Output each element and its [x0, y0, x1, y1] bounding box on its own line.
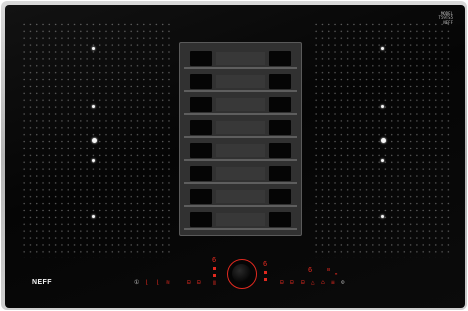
- zone-marker-icon: [381, 105, 384, 108]
- flex-zone-left[interactable]: [20, 20, 170, 258]
- zone-marker-icon: [381, 47, 384, 50]
- extractor-button[interactable]: ≡: [331, 280, 335, 286]
- timer-button[interactable]: ⊟: [187, 280, 191, 286]
- timer-button[interactable]: ⊟: [197, 280, 201, 286]
- zone-select-button[interactable]: ⌊: [156, 280, 160, 286]
- extractor-level-display: 6: [308, 266, 313, 274]
- zone-marker-icon: [92, 105, 95, 108]
- power-level-display: 6: [263, 260, 268, 268]
- twist-pad-knob[interactable]: [227, 259, 257, 289]
- flex-mode-button[interactable]: ≋: [166, 280, 170, 286]
- extractor-indicator: ≡: [335, 271, 338, 276]
- brand-logo: NEFF: [32, 279, 52, 286]
- boost-button[interactable]: △: [311, 280, 315, 286]
- vent-slot: [184, 187, 297, 207]
- power-level-display: Ⅱ: [213, 280, 216, 287]
- power-button[interactable]: ①: [134, 280, 139, 286]
- vent-slot: [184, 95, 297, 115]
- zone-select-button[interactable]: ⌊: [145, 280, 149, 286]
- model-label-line: NEFF: [443, 19, 453, 25]
- zone-marker-icon: [92, 215, 95, 218]
- timer-button[interactable]: ⊟: [301, 280, 305, 286]
- zone-marker-icon: [92, 159, 95, 162]
- keep-warm-button[interactable]: ⌂: [321, 280, 325, 286]
- vent-slot: [184, 141, 297, 161]
- level-segment: [213, 274, 216, 277]
- flex-zone-right[interactable]: [312, 20, 450, 258]
- level-segment: [264, 271, 267, 274]
- timer-button[interactable]: ⊟: [290, 280, 294, 286]
- crosshair-icon: [92, 138, 97, 143]
- crosshair-icon: [381, 138, 386, 143]
- timer-display: ⊟: [327, 267, 331, 273]
- cooktop-glass: MODEL T59TS5 NEFF NEFF ① ⌊ ⌊ ≋ ⊟ ⊟ 6 Ⅱ 6…: [5, 5, 465, 308]
- lock-button[interactable]: ⊙: [341, 280, 345, 286]
- vent-slot: [184, 49, 297, 69]
- vent-slot: [184, 72, 297, 92]
- zone-marker-icon: [381, 215, 384, 218]
- cooktop-frame: MODEL T59TS5 NEFF NEFF ① ⌊ ⌊ ≋ ⊟ ⊟ 6 Ⅱ 6…: [1, 1, 467, 310]
- downdraft-vent-grille[interactable]: [179, 42, 302, 236]
- timer-button[interactable]: ⊟: [280, 280, 284, 286]
- vent-slot: [184, 118, 297, 138]
- model-label: MODEL T59TS5 NEFF: [439, 11, 453, 25]
- zone-marker-icon: [381, 159, 384, 162]
- power-level-display: 6: [212, 256, 217, 264]
- level-segment: [264, 278, 267, 281]
- knob-center: [232, 264, 251, 283]
- level-segment: [213, 267, 216, 270]
- zone-marker-icon: [92, 47, 95, 50]
- vent-slot: [184, 210, 297, 230]
- vent-slot: [184, 164, 297, 184]
